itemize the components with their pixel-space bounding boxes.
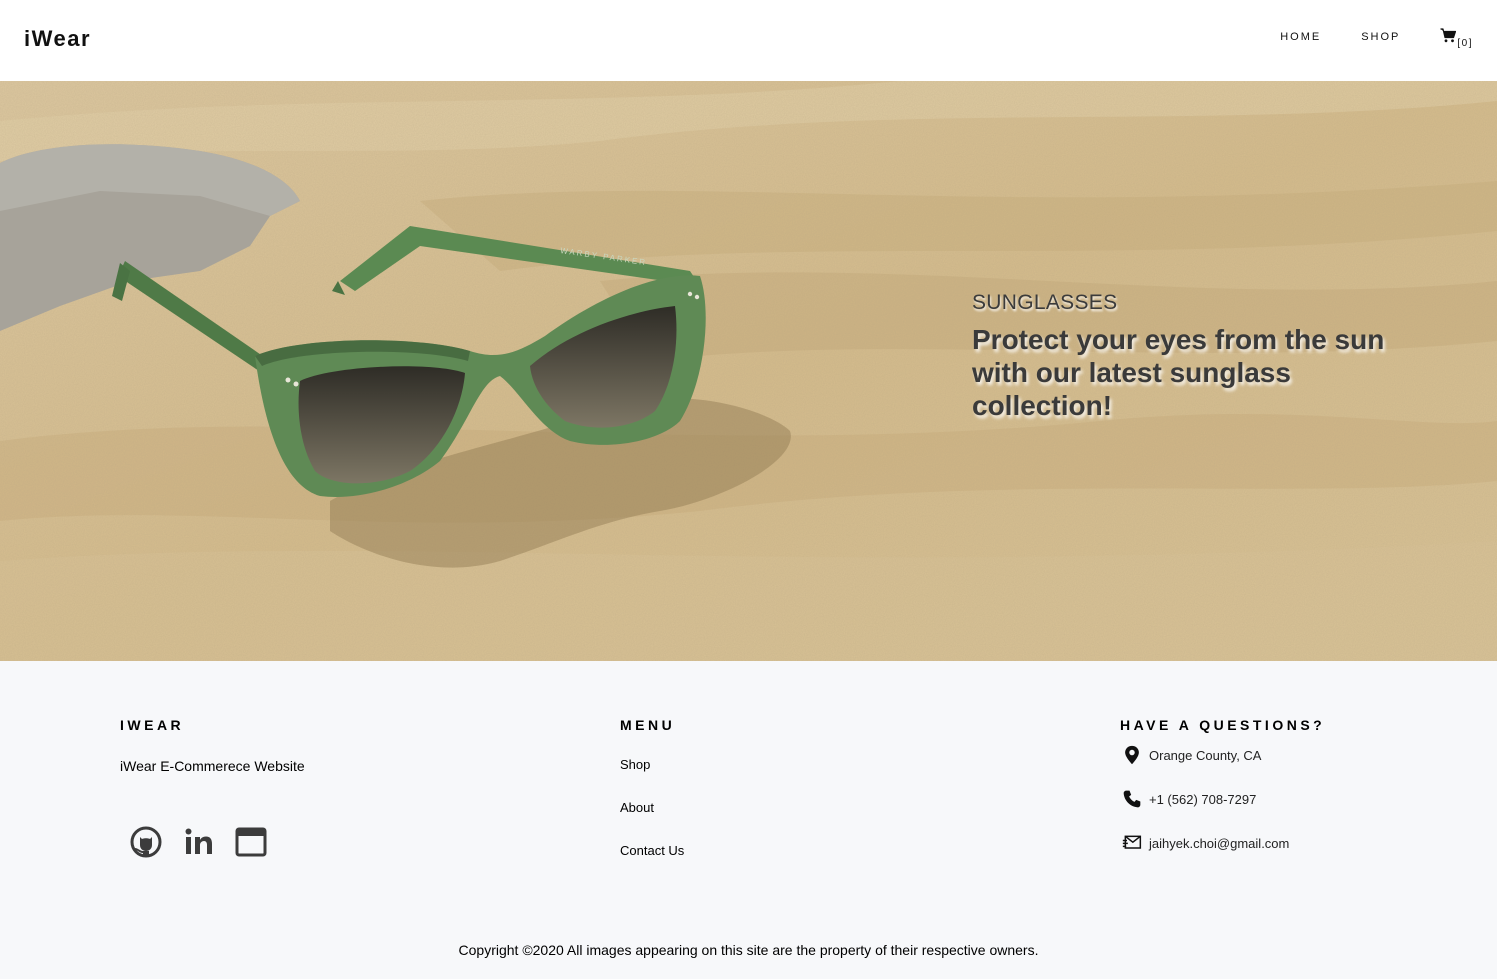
footer-description: iWear E-Commerece Website <box>120 758 305 774</box>
hero-text: SUNGLASSES Protect your eyes from the su… <box>972 291 1412 422</box>
footer-link-contact[interactable]: Contact Us <box>620 843 920 886</box>
footer-about: IWEAR iWear E-Commerece Website <box>120 717 480 860</box>
hero-kicker: SUNGLASSES <box>972 291 1118 314</box>
main-nav: HOME SHOP [0] <box>1240 28 1473 49</box>
footer-contact: HAVE A QUESTIONS? Orange County, CA +1 (… <box>1120 717 1450 865</box>
contact-location: Orange County, CA <box>1120 733 1450 777</box>
site-footer: IWEAR iWear E-Commerece Website MENU Sho… <box>0 661 1497 979</box>
nav-home-link[interactable]: HOME <box>1280 31 1321 43</box>
footer-menu-list: Shop About Contact Us <box>620 757 920 886</box>
github-icon[interactable] <box>129 824 165 860</box>
mail-icon <box>1120 831 1144 855</box>
copyright-text: Copyright ©2020 All images appearing on … <box>458 942 1039 958</box>
cart-icon <box>1440 28 1457 46</box>
footer-contact-title: HAVE A QUESTIONS? <box>1120 717 1326 733</box>
footer-menu-title: MENU <box>620 717 676 733</box>
contact-email: jaihyek.choi@gmail.com <box>1120 821 1450 865</box>
footer-link-about[interactable]: About <box>620 800 920 843</box>
footer-about-title: IWEAR <box>120 717 185 733</box>
linkedin-icon[interactable] <box>181 824 217 860</box>
social-links <box>120 824 480 860</box>
cart-count: [0] <box>1457 38 1473 49</box>
footer-link-shop[interactable]: Shop <box>620 757 920 800</box>
phone-text[interactable]: +1 (562) 708-7297 <box>1149 792 1256 807</box>
hero-banner: WARBY PARKER SUNGLASSES Protect your eye… <box>0 81 1497 661</box>
hero-headline: Protect your eyes from the sun with our … <box>972 324 1385 421</box>
cart-button[interactable]: [0] <box>1440 28 1473 49</box>
footer-menu: MENU Shop About Contact Us <box>620 717 920 886</box>
contact-phone: +1 (562) 708-7297 <box>1120 777 1450 821</box>
email-text[interactable]: jaihyek.choi@gmail.com <box>1149 836 1289 851</box>
phone-icon <box>1120 787 1144 811</box>
location-text: Orange County, CA <box>1149 747 1262 763</box>
site-header: iWear HOME SHOP [0] <box>0 0 1497 81</box>
map-pin-icon <box>1120 743 1144 767</box>
website-icon[interactable] <box>233 824 269 860</box>
brand-logo[interactable]: iWear <box>24 26 91 52</box>
nav-shop-link[interactable]: SHOP <box>1361 31 1400 43</box>
